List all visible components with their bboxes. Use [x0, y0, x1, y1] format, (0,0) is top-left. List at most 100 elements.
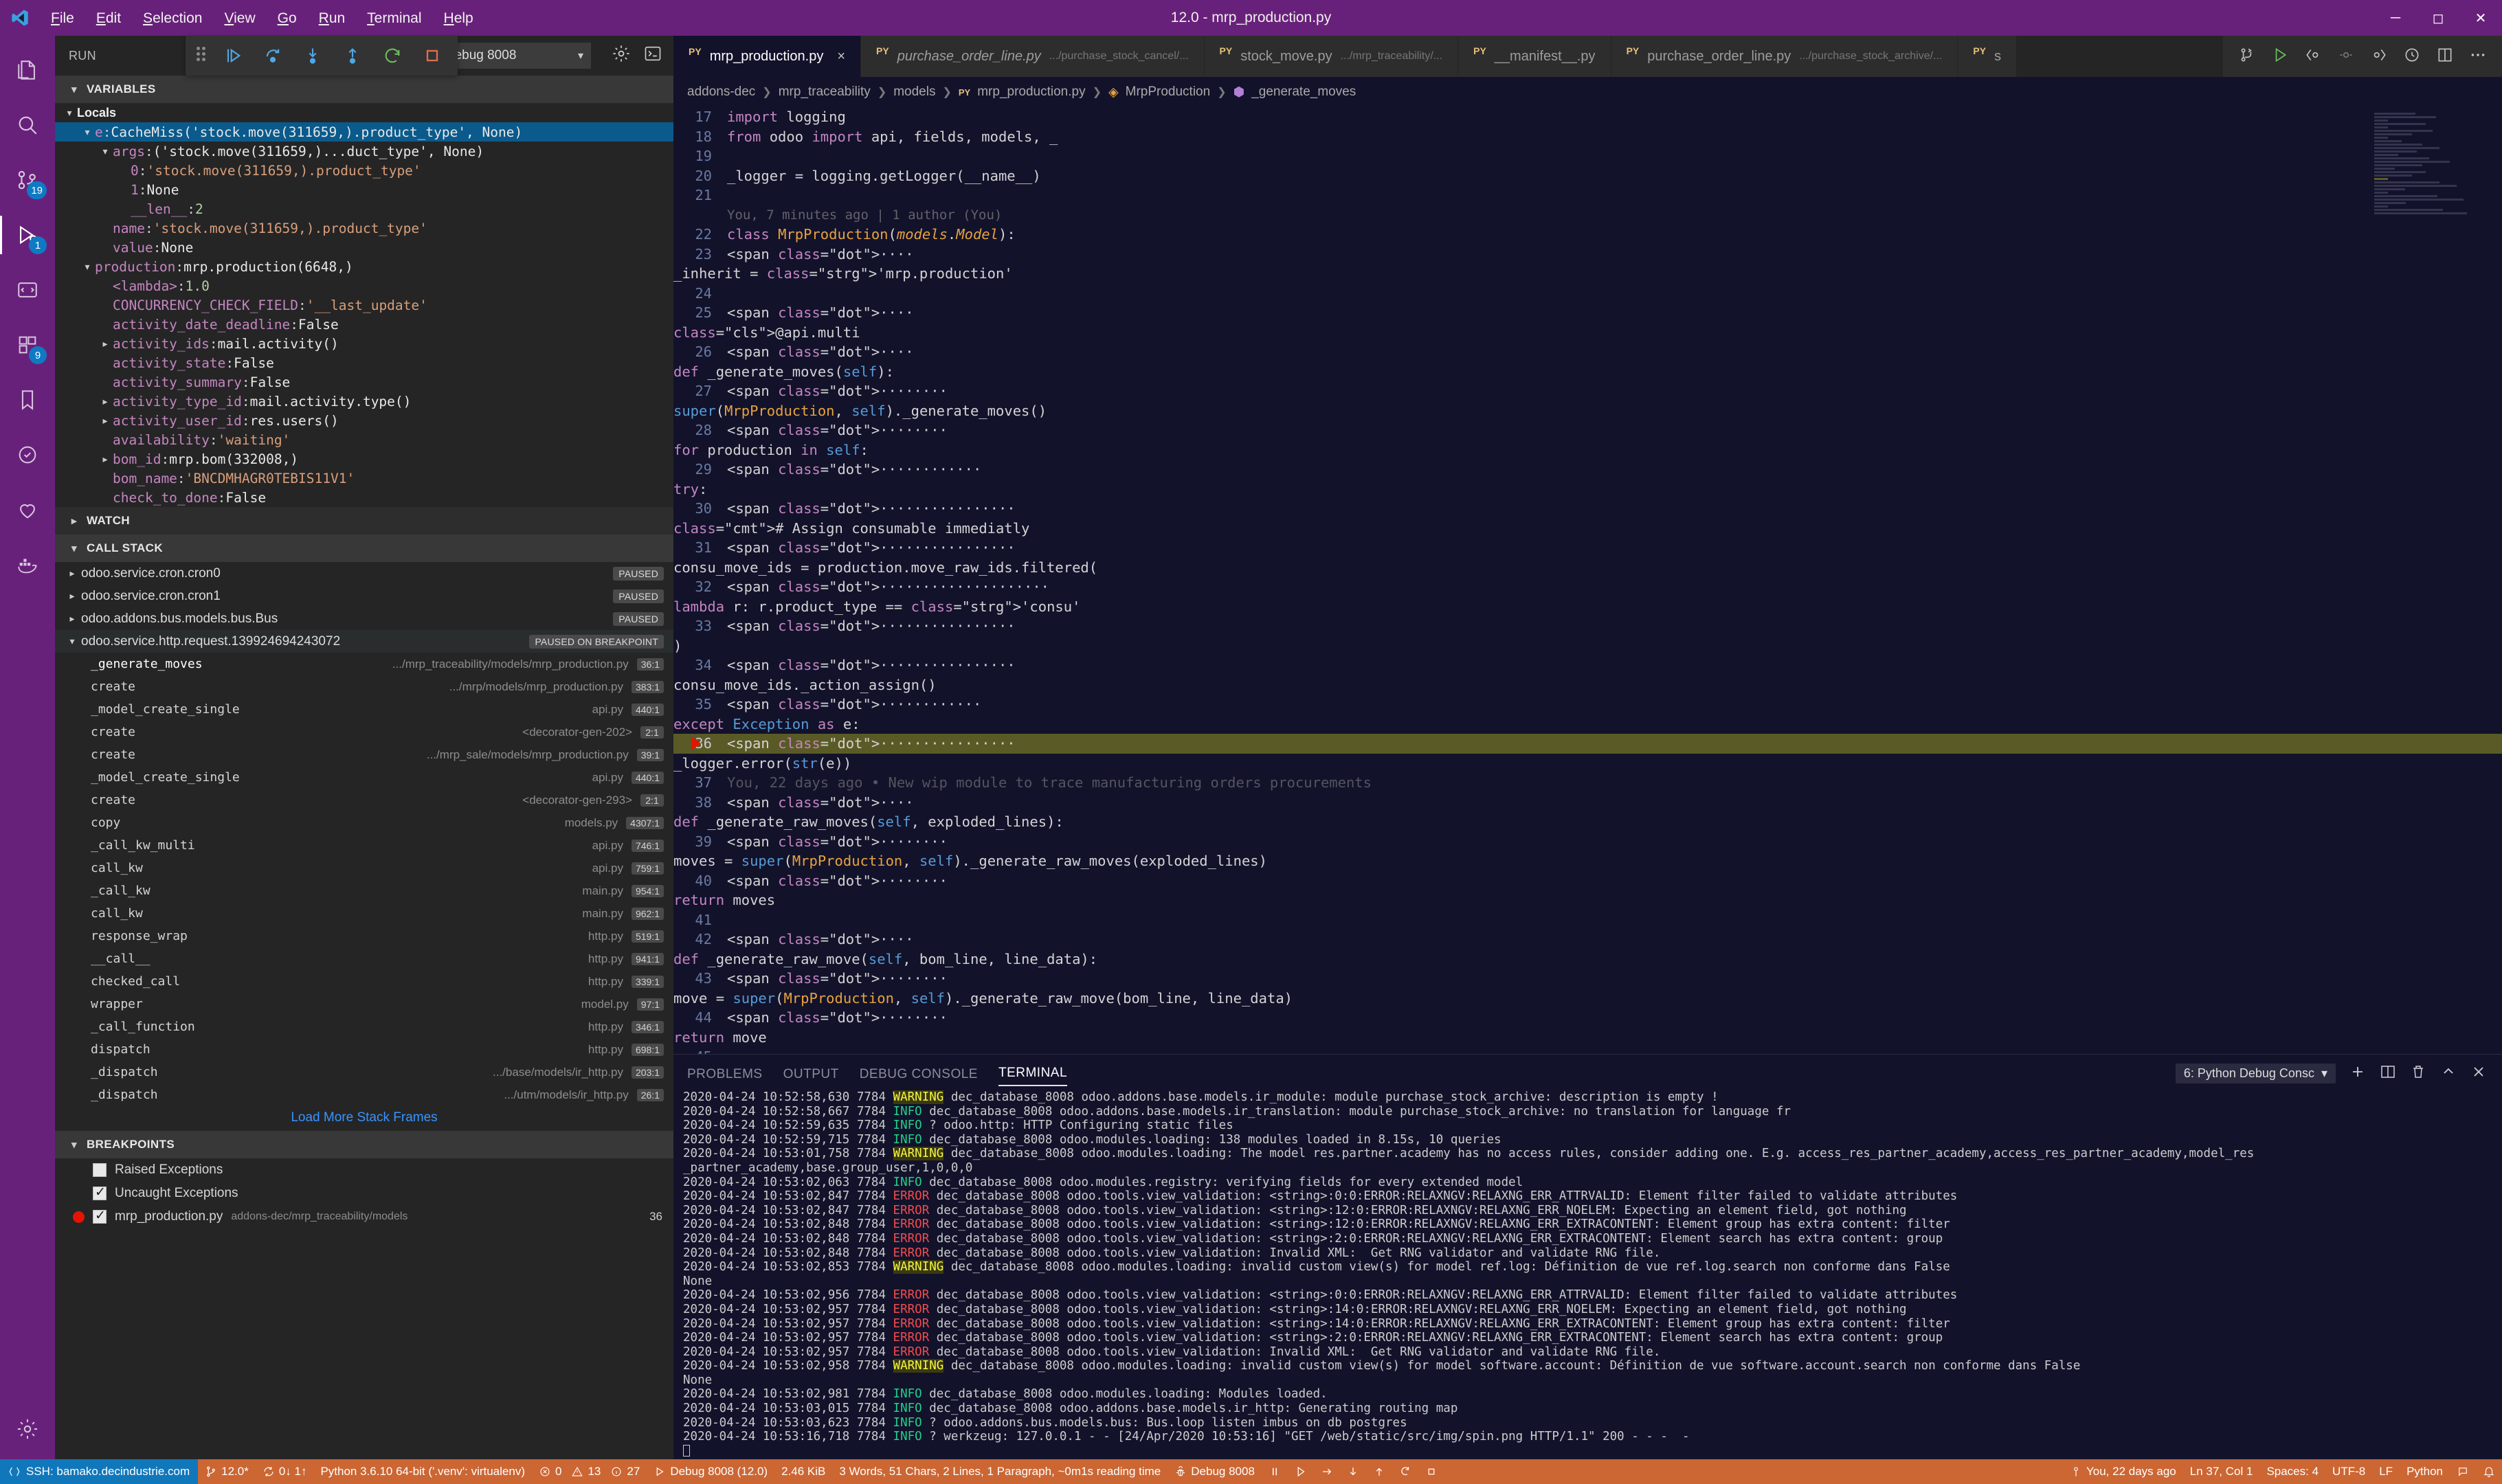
- code-line[interactable]: 42<span class="dot">····: [673, 930, 2502, 949]
- menu-file[interactable]: File: [40, 8, 85, 29]
- continue-button[interactable]: [219, 41, 247, 70]
- callstack-frame[interactable]: _dispatch.../utm/models/ir_http.py26:1: [55, 1083, 673, 1106]
- line-number[interactable]: 26: [673, 342, 727, 362]
- run-python-file-icon[interactable]: [2271, 46, 2289, 67]
- menu-edit[interactable]: Edit: [85, 8, 132, 29]
- variable-row[interactable]: ▾production: mrp.production(6648,): [55, 257, 673, 276]
- center-icon[interactable]: [2337, 46, 2355, 67]
- tab-debug-console[interactable]: DEBUG CONSOLE: [860, 1067, 978, 1086]
- status-debug-step-over-button[interactable]: [1314, 1459, 1340, 1484]
- callstack-frame[interactable]: __call__http.py941:1: [55, 947, 673, 970]
- callstack-frame[interactable]: response_wraphttp.py519:1: [55, 925, 673, 947]
- code-line[interactable]: 17import logging: [673, 107, 2502, 127]
- maximize-button[interactable]: ◻: [2417, 0, 2459, 36]
- editor-tab[interactable]: PYmrp_production.py×: [673, 36, 861, 77]
- status-branch[interactable]: 12.0*: [198, 1459, 256, 1484]
- menu-view[interactable]: View: [213, 8, 266, 29]
- code-line[interactable]: 18from odoo import api, fields, models, …: [673, 127, 2502, 147]
- code-line[interactable]: 33<span class="dot">················: [673, 616, 2502, 636]
- chevron-right-icon[interactable]: ▸: [98, 338, 113, 350]
- line-number[interactable]: 27: [673, 381, 727, 401]
- code-line[interactable]: 25<span class="dot">····: [673, 303, 2502, 323]
- status-debug-pause-button[interactable]: [1262, 1459, 1288, 1484]
- callstack-frame[interactable]: wrappermodel.py97:1: [55, 993, 673, 1015]
- code-line[interactable]: 34<span class="dot">················: [673, 655, 2502, 675]
- line-number[interactable]: 38: [673, 793, 727, 813]
- line-number[interactable]: 28: [673, 420, 727, 440]
- status-notifications-bell-icon[interactable]: [2476, 1459, 2502, 1484]
- status-debug-stop-button[interactable]: [1418, 1459, 1444, 1484]
- variable-row[interactable]: ▾args: ('stock.move(311659,)...duct_type…: [55, 142, 673, 161]
- callstack-frame[interactable]: _dispatch.../base/models/ir_http.py203:1: [55, 1061, 673, 1083]
- tab-problems[interactable]: PROBLEMS: [687, 1067, 763, 1086]
- code-line[interactable]: 43<span class="dot">········: [673, 969, 2502, 989]
- menu-terminal[interactable]: Terminal: [356, 8, 432, 29]
- editor-tab[interactable]: PYstock_move.py.../mrp_traceability/...: [1205, 36, 1459, 77]
- breadcrumb-mrp-traceability[interactable]: mrp_traceability: [779, 85, 871, 100]
- breakpoint-checkbox[interactable]: [93, 1187, 107, 1200]
- variable-row[interactable]: ▸activity_user_id: res.users(): [55, 411, 673, 430]
- editor-tabs[interactable]: PYmrp_production.py×PYpurchase_order_lin…: [673, 36, 2502, 77]
- line-number[interactable]: 25: [673, 303, 727, 323]
- menu-bar[interactable]: File Edit Selection View Go Run Terminal…: [40, 8, 484, 29]
- variable-row[interactable]: ▸activity_ids: mail.activity(): [55, 334, 673, 353]
- line-number[interactable]: 33: [673, 616, 727, 636]
- status-cursor-position[interactable]: Ln 37, Col 1: [2183, 1459, 2260, 1484]
- breakpoints-section-header[interactable]: ▾ BREAKPOINTS: [55, 1131, 673, 1158]
- editor-tab[interactable]: PYs: [1958, 36, 2017, 77]
- watch-section-header[interactable]: ▸ WATCH: [55, 507, 673, 535]
- activity-test-icon[interactable]: [0, 427, 55, 482]
- status-problems[interactable]: 0 13 27: [532, 1459, 647, 1484]
- breadcrumb[interactable]: addons-dec ❯ mrp_traceability ❯ models ❯…: [673, 77, 2502, 107]
- activity-favorites-icon[interactable]: [0, 482, 55, 537]
- line-number[interactable]: 29: [673, 460, 727, 480]
- callstack-frame[interactable]: _model_create_singleapi.py440:1: [55, 698, 673, 721]
- line-number[interactable]: 40: [673, 871, 727, 891]
- close-panel-icon[interactable]: [2470, 1064, 2487, 1083]
- variable-row[interactable]: activity_state: False: [55, 353, 673, 372]
- callstack-list[interactable]: ▸odoo.service.cron.cron0PAUSED▸odoo.serv…: [55, 562, 673, 1129]
- status-filesize[interactable]: 2.46 KiB: [774, 1459, 832, 1484]
- variable-row[interactable]: check_to_done: False: [55, 488, 673, 507]
- status-debug-continue-button[interactable]: [1288, 1459, 1314, 1484]
- chevron-down-icon[interactable]: ▾: [63, 636, 81, 647]
- code-line[interactable]: 28<span class="dot">········: [673, 420, 2502, 440]
- line-number[interactable]: 34: [673, 655, 727, 675]
- variables-tree[interactable]: ▾Locals▾e: CacheMiss('stock.move(311659,…: [55, 103, 673, 507]
- editor-tab[interactable]: PYpurchase_order_line.py.../purchase_sto…: [861, 36, 1205, 77]
- terminal-output[interactable]: 2020-04-24 10:52:58,630 7784 WARNING dec…: [673, 1086, 2502, 1459]
- line-number[interactable]: 17: [673, 107, 727, 127]
- code-line[interactable]: 20_logger = logging.getLogger(__name__): [673, 166, 2502, 186]
- callstack-frame[interactable]: create.../mrp/models/mrp_production.py38…: [55, 675, 673, 698]
- step-into-button[interactable]: [298, 41, 327, 70]
- go-forward-icon[interactable]: [2370, 46, 2388, 67]
- line-number[interactable]: 24: [673, 284, 727, 304]
- split-editor-icon[interactable]: [2436, 46, 2454, 67]
- status-wordcount[interactable]: 3 Words, 51 Chars, 2 Lines, 1 Paragraph,…: [832, 1459, 1168, 1484]
- status-language-mode[interactable]: Python: [2400, 1459, 2450, 1484]
- line-number[interactable]: 32: [673, 577, 727, 597]
- breakpoint-checkbox[interactable]: [93, 1210, 107, 1224]
- menu-selection[interactable]: Selection: [132, 8, 213, 29]
- code-line[interactable]: 41: [673, 910, 2502, 930]
- callstack-thread[interactable]: ▾odoo.service.http.request.1399246942430…: [55, 630, 673, 653]
- code-line[interactable]: 30<span class="dot">················: [673, 499, 2502, 519]
- editor-tab[interactable]: PYpurchase_order_line.py.../purchase_sto…: [1611, 36, 1958, 77]
- code-line[interactable]: 31<span class="dot">················: [673, 538, 2502, 558]
- editor-tab-actions[interactable]: [2223, 36, 2502, 77]
- variable-row[interactable]: CONCURRENCY_CHECK_FIELD: '__last_update': [55, 295, 673, 315]
- split-terminal-icon[interactable]: [2380, 1064, 2396, 1083]
- breakpoint-checkbox[interactable]: [93, 1163, 107, 1177]
- tab-close-icon[interactable]: ×: [837, 49, 845, 65]
- line-number[interactable]: 43: [673, 969, 727, 989]
- activity-explorer-icon[interactable]: [0, 43, 55, 98]
- breadcrumb-method[interactable]: _generate_moves: [1251, 85, 1356, 100]
- code-editor[interactable]: 17import logging18from odoo import api, …: [673, 107, 2502, 1054]
- line-number[interactable]: 22: [673, 225, 727, 245]
- status-sync[interactable]: 0↓ 1↑: [256, 1459, 314, 1484]
- line-number[interactable]: 20: [673, 166, 727, 186]
- callstack-thread[interactable]: ▸odoo.addons.bus.models.bus.BusPAUSED: [55, 607, 673, 630]
- line-number[interactable]: 45: [673, 1047, 727, 1054]
- launch-config-dropdown[interactable]: debug 8008 ▾: [440, 43, 591, 69]
- code-line[interactable]: 39<span class="dot">········: [673, 832, 2502, 852]
